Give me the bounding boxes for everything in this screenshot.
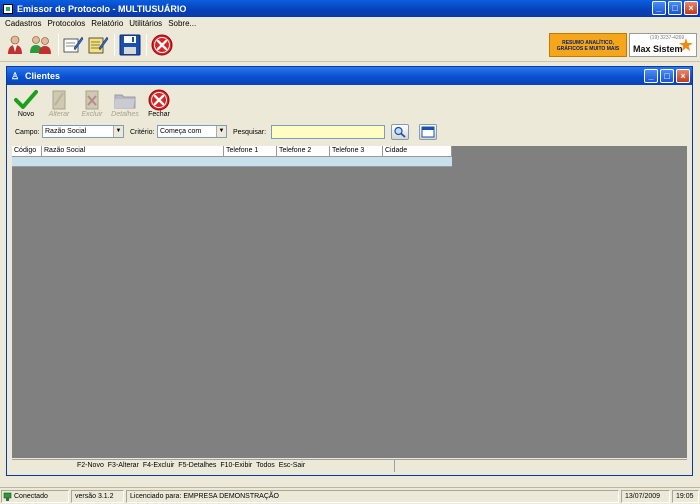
grid-header: Código Razão Social Telefone 1 Telefone … [12,146,452,157]
pesquisar-input[interactable] [271,125,385,139]
clientes-grid[interactable]: Código Razão Social Telefone 1 Telefone … [12,146,687,458]
star-icon: ★ [677,35,694,55]
child-minimize-button[interactable]: _ [644,69,658,83]
license-status: Licenciado para: EMPRESA DEMONSTRAÇÃO [126,490,619,503]
promo-text: RESUMO ANALÍTICO, GRÁFICOS E MUITO MAIS [556,40,620,52]
col-telefone-1[interactable]: Telefone 1 [224,146,277,156]
clientes-window: ♙ Clientes _ □ × Novo Alterar Excluir De… [6,66,693,476]
col-telefone-2[interactable]: Telefone 2 [277,146,330,156]
excluir-label: Excluir [81,111,103,118]
excluir-button[interactable]: Excluir [75,87,109,121]
campo-value: Razão Social [45,128,87,135]
delete-doc-icon [85,90,99,110]
col-cidade[interactable]: Cidade [383,146,452,156]
col-razao-social[interactable]: Razão Social [42,146,224,156]
person-icon: ♙ [11,70,20,81]
toolbar-separator [114,34,115,56]
menu-cadastros[interactable]: Cadastros [2,19,44,28]
col-telefone-3[interactable]: Telefone 3 [330,146,383,156]
app-title: Emissor de Protocolo - MULTIUSUÁRIO [17,3,187,14]
brand-banner[interactable]: (19) 3237-4269 Max Sistem ★ [629,33,697,57]
detalhes-label: Detalhes [111,111,139,118]
status-bar: Conectado versão 3.1.2 Licenciado para: … [0,487,700,504]
window-list-icon [421,126,435,138]
search-icon [394,126,406,138]
menu-bar: Cadastros Protocolos Relatório Utilitári… [0,17,700,30]
campo-label: Campo: [15,129,40,136]
criterio-label: Critério: [130,129,155,136]
time-status: 19:05 [672,490,699,503]
fechar-label: Fechar [148,111,170,118]
detalhes-button[interactable]: Detalhes [108,87,142,121]
pesquisar-label: Pesquisar: [233,129,267,136]
edit-list-icon[interactable] [87,34,109,56]
child-close-button[interactable]: × [676,69,690,83]
col-codigo[interactable]: Código [12,146,42,156]
show-all-button[interactable] [419,124,437,140]
version-status: versão 3.1.2 [71,490,124,503]
save-icon[interactable] [119,34,141,56]
folder-icon [114,94,136,109]
close-button[interactable]: × [684,1,698,15]
alterar-button[interactable]: Alterar [42,87,76,121]
connection-status: Conectado [1,490,69,503]
maximize-button[interactable]: □ [668,1,682,15]
users-icon[interactable] [28,34,54,56]
menu-utilitarios[interactable]: Utilitários [126,19,165,28]
user-icon[interactable] [4,34,26,56]
menu-sobre[interactable]: Sobre... [165,19,199,28]
toolbar-separator [58,34,59,56]
close-circle-icon [148,89,170,111]
connection-text: Conectado [14,493,48,500]
shortcut-bar: F2-Novo F3-Alterar F4-Excluir F5-Detalhe… [12,459,687,472]
alterar-label: Alterar [48,111,70,118]
menu-relatorio[interactable]: Relatório [88,19,126,28]
clientes-title-bar: ♙ Clientes _ □ × [7,67,692,85]
filter-bar: Campo: Razão Social ▼ Critério: Começa c… [7,124,692,140]
shortcut-separator [394,460,395,472]
toolbar-separator [146,34,147,56]
app-title-bar: Emissor de Protocolo - MULTIUSUÁRIO _ □ … [0,0,700,17]
window-title: Clientes [25,71,61,81]
novo-label: Novo [17,111,35,118]
exit-icon[interactable] [151,34,173,56]
table-row[interactable] [12,157,452,167]
search-button[interactable] [391,124,409,140]
campo-select[interactable]: Razão Social ▼ [42,125,124,138]
date-status: 13/07/2009 [621,490,670,503]
chevron-down-icon: ▼ [113,126,123,137]
shortcut-hints: F2-Novo F3-Alterar F4-Excluir F5-Detalhe… [77,462,306,469]
edit-pencil-icon [52,90,66,110]
network-icon [3,492,12,501]
app-icon [3,3,13,14]
minimize-button[interactable]: _ [652,1,666,15]
main-toolbar: RESUMO ANALÍTICO, GRÁFICOS E MUITO MAIS … [0,30,700,62]
chevron-down-icon: ▼ [216,126,226,137]
brand-name: Max Sistem [633,44,683,54]
fechar-button[interactable]: Fechar [142,87,176,121]
novo-button[interactable]: Novo [9,87,43,121]
child-maximize-button[interactable]: □ [660,69,674,83]
promo-banner[interactable]: RESUMO ANALÍTICO, GRÁFICOS E MUITO MAIS [549,33,627,57]
checkmark-icon [14,90,38,109]
edit-document-icon[interactable] [62,34,84,56]
menu-protocolos[interactable]: Protocolos [44,19,88,28]
criterio-value: Começa com [160,128,202,135]
criterio-select[interactable]: Começa com ▼ [157,125,227,138]
